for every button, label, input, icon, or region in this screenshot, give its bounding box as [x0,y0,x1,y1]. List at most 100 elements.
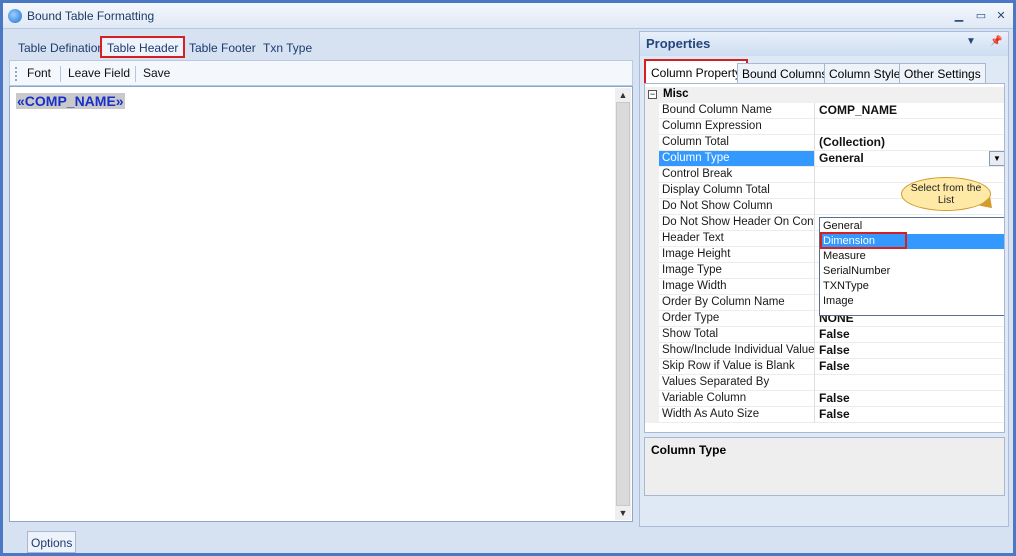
editor-panel: Table Defination Table Header Table Foot… [9,35,633,525]
property-row[interactable]: Column Total (Collection) [645,135,1004,151]
property-name: Do Not Show Column [659,199,815,215]
minimize-icon[interactable]: ▁ [951,8,967,24]
tab-txn-type[interactable]: Txn Type [257,37,318,59]
properties-title: Properties [646,36,711,51]
property-grid: − Misc Bound Column Name COMP_NAME Column … [644,83,1005,433]
row-gutter [645,167,659,183]
leave-field-button[interactable]: Leave Field [68,66,130,80]
property-value[interactable]: False [815,327,1004,343]
property-value[interactable]: False [815,407,1004,423]
property-row[interactable]: Bound Column Name COMP_NAME [645,103,1004,119]
maximize-icon[interactable]: ▭ [973,8,989,24]
property-row[interactable]: Values Separated By [645,375,1004,391]
collapse-icon[interactable]: − [648,90,657,99]
category-row: − Misc [645,87,1004,103]
property-name: Image Width [659,279,815,295]
app-icon [8,9,22,23]
row-gutter [645,295,659,311]
toolbar: Font Leave Field Save [9,60,633,86]
row-gutter [645,327,659,343]
property-name: Header Text [659,231,815,247]
property-row[interactable]: Show Total False [645,327,1004,343]
property-name: Variable Column [659,391,815,407]
tab-column-property[interactable]: Column Property [644,59,749,85]
scroll-up-icon[interactable]: ▲ [615,88,631,102]
dimension-highlight-box [820,232,907,249]
property-name: Display Column Total [659,183,815,199]
row-gutter [645,199,659,215]
row-gutter [645,407,659,423]
scroll-down-icon[interactable]: ▼ [615,506,631,520]
bound-table-formatting-window: Bound Table Formatting ▁ ▭ ✕ Table Defin… [0,0,1016,556]
property-name: Order Type [659,311,815,327]
property-name: Image Type [659,263,815,279]
scrollbar-thumb[interactable] [616,102,630,506]
tab-table-footer[interactable]: Table Footer [183,37,262,59]
property-value[interactable]: COMP_NAME [815,103,1004,119]
property-name: Control Break [659,167,815,183]
dropdown-option[interactable]: Measure [820,249,1004,264]
property-row[interactable]: Column Type General ▼ [645,151,1004,167]
property-row[interactable]: Show/Include Individual Values False [645,343,1004,359]
row-gutter [645,151,659,167]
description-panel: Column Type [644,437,1005,496]
vertical-scrollbar[interactable]: ▲ ▼ [615,88,631,520]
row-gutter [645,119,659,135]
property-value[interactable]: False [815,359,1004,375]
property-value[interactable]: (Collection) [815,135,1004,151]
merge-field-comp-name[interactable]: «COMP_NAME» [16,93,125,109]
property-name: Column Expression [659,119,815,135]
property-name: Column Total [659,135,815,151]
property-name: Values Separated By [659,375,815,391]
dropdown-option[interactable]: Image [820,294,1004,309]
category-label: Misc [663,88,689,100]
property-value[interactable] [815,119,1004,135]
property-name: Column Type [659,151,815,167]
property-row[interactable]: Skip Row if Value is Blank False [645,359,1004,375]
properties-header: Properties ▼ 📌 [640,32,1008,56]
property-name: Order By Column Name [659,295,815,311]
tab-table-header[interactable]: Table Header [100,36,186,58]
row-gutter [645,215,659,231]
property-value[interactable]: False [815,343,1004,359]
row-gutter [645,247,659,263]
property-name: Width As Auto Size [659,407,815,423]
row-gutter [645,183,659,199]
property-value[interactable] [815,375,1004,391]
property-name: Bound Column Name [659,103,815,119]
tab-other-settings[interactable]: Other Settings [899,63,986,83]
row-gutter [645,263,659,279]
property-name: Image Height [659,247,815,263]
property-row[interactable]: Variable Column False [645,391,1004,407]
header-editor[interactable]: «COMP_NAME» ▲ ▼ [9,86,633,522]
description-title: Column Type [651,443,727,457]
row-gutter [645,231,659,247]
tab-table-defination[interactable]: Table Defination [12,37,110,59]
tab-bound-columns[interactable]: Bound Columns [737,63,833,83]
tab-column-style[interactable]: Column Style [824,63,906,83]
window-title: Bound Table Formatting [27,9,155,23]
property-row[interactable]: Column Expression [645,119,1004,135]
options-tab[interactable]: Options [27,531,77,553]
properties-panel: Properties ▼ 📌 Column Property Bound Col… [639,31,1009,527]
panel-menu-icon[interactable]: ▼ [966,36,976,47]
dropdown-arrow-icon[interactable]: ▼ [989,151,1004,166]
property-name: Skip Row if Value is Blank [659,359,815,375]
property-name: Do Not Show Header On Control [659,215,815,231]
property-name: Show/Include Individual Values [659,343,815,359]
row-gutter [645,103,659,119]
title-bar: Bound Table Formatting ▁ ▭ ✕ [3,3,1013,29]
dropdown-option[interactable]: TXNType [820,279,1004,294]
save-button[interactable]: Save [143,66,170,80]
pin-icon[interactable]: 📌 [990,36,1002,47]
toolbar-grip-icon[interactable] [15,67,17,81]
close-icon[interactable]: ✕ [993,8,1009,24]
property-value[interactable]: False [815,391,1004,407]
row-gutter [645,343,659,359]
font-button[interactable]: Font [27,66,51,80]
dropdown-option[interactable]: SerialNumber [820,264,1004,279]
row-gutter [645,311,659,327]
column-type-dropdown[interactable]: General Dimension Measure SerialNumber TXNTy… [819,217,1004,316]
property-value[interactable]: General [815,151,1004,167]
property-row[interactable]: Width As Auto Size False [645,407,1004,423]
